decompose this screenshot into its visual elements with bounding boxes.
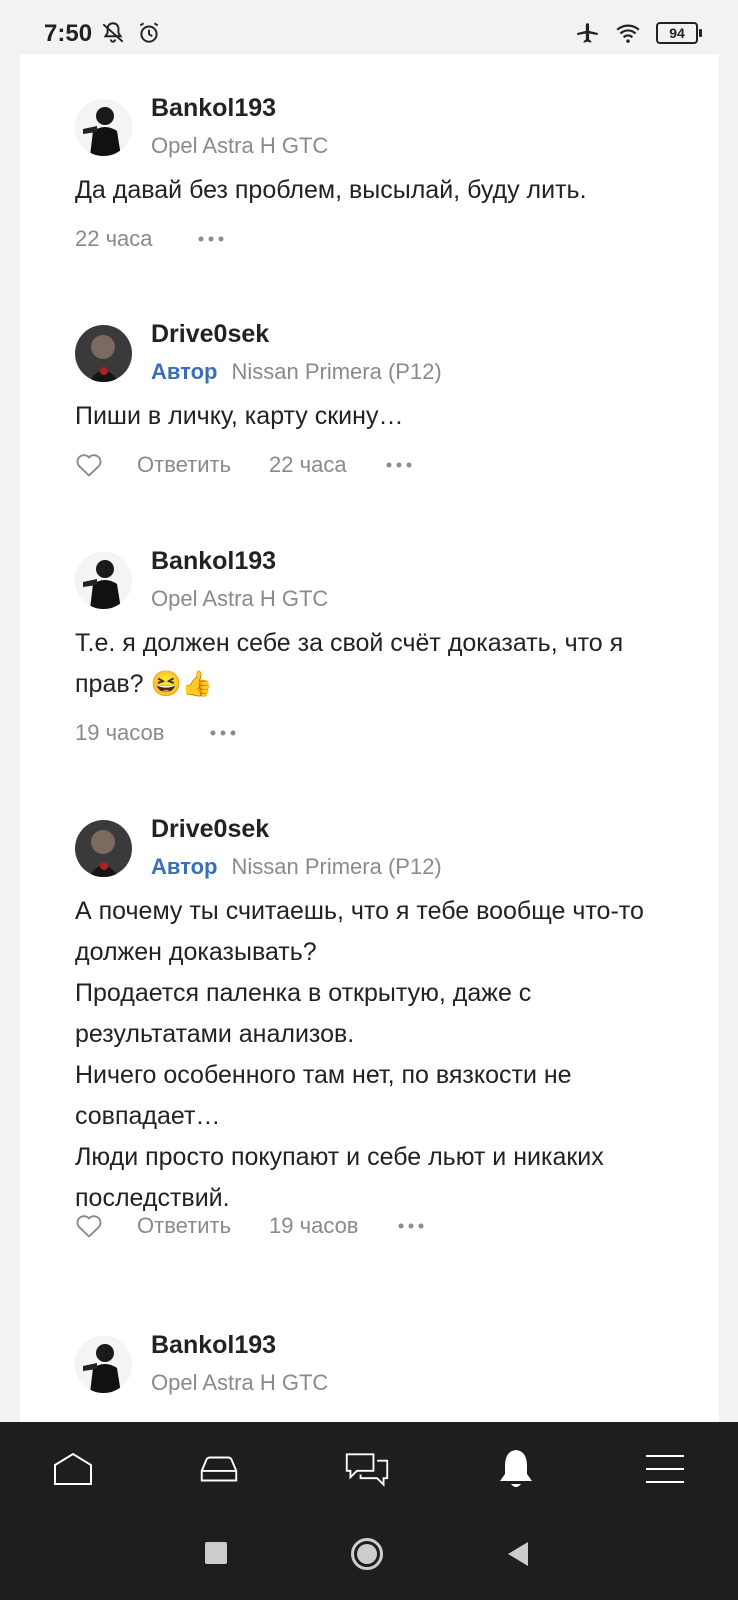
avatar[interactable] (75, 552, 132, 609)
comment-paragraph: Ничего особенного там нет, по вязкости н… (75, 1061, 572, 1130)
comment-time: 22 часа (269, 452, 347, 478)
battery-icon: 94 (656, 22, 702, 44)
menu-icon (646, 1455, 684, 1483)
reply-button[interactable]: Ответить (137, 1213, 231, 1238)
comment-actions: 19 часов (75, 719, 237, 749)
reply-button[interactable]: Ответить (137, 452, 231, 477)
more-options-icon[interactable] (197, 235, 225, 243)
heart-icon[interactable] (75, 452, 103, 478)
author-badge: Автор (151, 854, 218, 879)
nav-menu[interactable] (642, 1446, 688, 1492)
more-options-icon[interactable] (209, 729, 237, 737)
author-car[interactable]: Автор Nissan Primera (P12) (151, 359, 442, 385)
status-left-icons (100, 20, 162, 46)
author-name[interactable]: Drive0sek (151, 815, 269, 844)
comment-text: Пиши в личку, карту скину… (75, 396, 695, 437)
author-car[interactable]: Автор Nissan Primera (P12) (151, 854, 442, 880)
status-time: 7:50 (44, 20, 93, 47)
author-name[interactable]: Bankol193 (151, 94, 276, 123)
author-car[interactable]: Opel Astra H GTC (151, 133, 328, 159)
more-options-icon[interactable] (397, 1222, 425, 1230)
comment-paragraph: Пиши в личку, карту скину… (75, 402, 404, 430)
comment-actions: Ответить 22 часа (75, 451, 413, 481)
avatar-image (75, 99, 132, 156)
comment-paragraph: Т.е. я должен себе за свой счёт доказать… (75, 629, 624, 698)
comment-text: А почему ты считаешь, что я тебе вообще … (75, 891, 695, 1219)
comments-panel: Bankol193 Opel Astra H GTC Да давай без … (20, 54, 719, 1422)
nav-home[interactable] (50, 1446, 96, 1492)
recents-button[interactable] (204, 1541, 228, 1565)
author-badge: Автор (151, 359, 218, 384)
author-name[interactable]: Bankol193 (151, 547, 276, 576)
nav-notifications[interactable] (493, 1446, 539, 1492)
avatar[interactable] (75, 99, 132, 156)
notifications-muted-icon (102, 22, 124, 43)
author-car[interactable]: Opel Astra H GTC (151, 586, 328, 612)
wifi-icon (615, 24, 640, 43)
heart-icon[interactable] (75, 1213, 103, 1239)
comment-time: 19 часов (269, 1213, 359, 1239)
bottom-navigation (0, 1422, 738, 1514)
avatar[interactable] (75, 820, 132, 877)
comment-time: 22 часа (75, 226, 153, 252)
comment-paragraph: Люди просто покупают и себе льют и никак… (75, 1143, 604, 1212)
comment-paragraph: Продается паленка в открытую, даже с рез… (75, 979, 532, 1048)
alarm-icon (140, 22, 159, 43)
status-bar: 7:50 94 (0, 0, 738, 54)
car-name[interactable]: Opel Astra H GTC (151, 133, 328, 158)
comment-text: Т.е. я должен себе за свой счёт доказать… (75, 623, 695, 705)
avatar[interactable] (75, 325, 132, 382)
car-name[interactable]: Nissan Primera (P12) (231, 359, 441, 384)
car-name[interactable]: Opel Astra H GTC (151, 586, 328, 611)
status-right-icons: 94 (575, 20, 702, 46)
comment-actions: 22 часа (75, 225, 225, 255)
comment-paragraph: А почему ты считаешь, что я тебе вообще … (75, 897, 644, 966)
notifications-bell-icon (500, 1450, 532, 1487)
home-icon (54, 1452, 92, 1485)
author-name[interactable]: Drive0sek (151, 320, 269, 349)
comment-actions: Ответить 19 часов (75, 1212, 425, 1242)
avatar-image (75, 325, 132, 382)
author-car[interactable]: Opel Astra H GTC (151, 1370, 328, 1396)
comment-time: 19 часов (75, 720, 165, 746)
author-name[interactable]: Bankol193 (151, 1331, 276, 1360)
more-options-icon[interactable] (385, 461, 413, 469)
avatar-image (75, 1336, 132, 1393)
system-navigation (0, 1514, 738, 1600)
airplane-icon (577, 23, 598, 43)
comment-paragraph: Да давай без проблем, высылай, буду лить… (75, 176, 587, 204)
home-button[interactable] (350, 1537, 384, 1571)
messages-icon (345, 1453, 389, 1487)
avatar-image (75, 820, 132, 877)
nav-messages[interactable] (344, 1446, 390, 1492)
car-name[interactable]: Opel Astra H GTC (151, 1370, 328, 1395)
nav-garage[interactable] (196, 1446, 242, 1492)
avatar-image (75, 552, 132, 609)
comment-text: Да давай без проблем, высылай, буду лить… (75, 170, 695, 211)
car-name[interactable]: Nissan Primera (P12) (231, 854, 441, 879)
avatar[interactable] (75, 1336, 132, 1393)
garage-car-icon (200, 1456, 238, 1482)
back-button[interactable] (506, 1541, 530, 1567)
